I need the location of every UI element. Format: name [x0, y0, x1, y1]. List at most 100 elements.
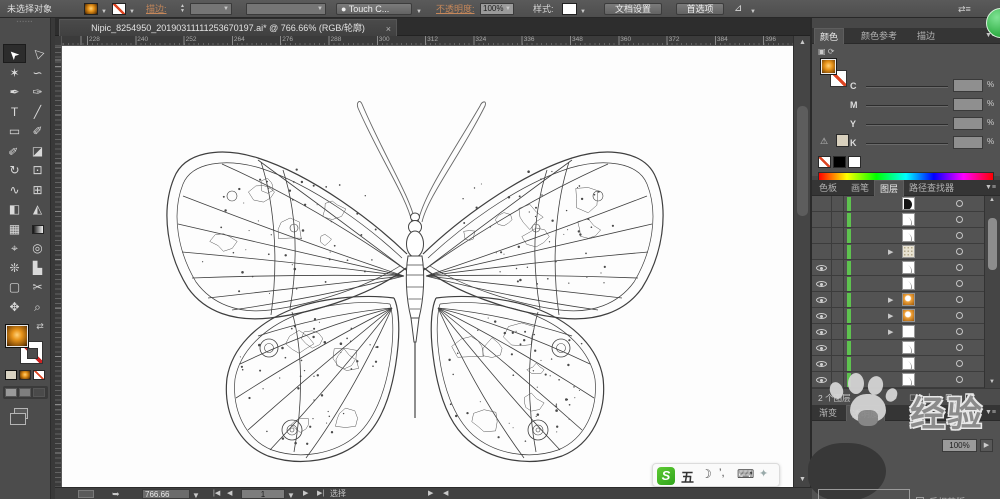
visibility-cell[interactable]	[812, 228, 832, 244]
artboard-canvas[interactable]: S 五 ☽ ’, ⌨ ✦	[62, 46, 793, 487]
lock-cell[interactable]	[832, 372, 844, 388]
channel-value-field[interactable]	[953, 98, 983, 111]
vertical-scrollbar[interactable]: ▲ ▼	[793, 36, 810, 487]
lock-cell[interactable]	[832, 260, 844, 276]
layer-row[interactable]	[812, 196, 984, 212]
transparency-opacity-field[interactable]: 100%	[942, 439, 977, 452]
export-arrow-icon[interactable]: ➥	[112, 489, 120, 499]
target-circle-icon[interactable]	[956, 296, 963, 303]
expand-triangle-icon[interactable]: ▶	[888, 296, 893, 304]
eye-icon[interactable]	[816, 377, 827, 383]
vertical-scroll-thumb[interactable]	[797, 106, 808, 216]
style-dropdown-icon[interactable]: ▼	[580, 6, 586, 18]
visibility-cell[interactable]	[812, 324, 832, 340]
vertical-ruler[interactable]	[55, 46, 62, 487]
lock-cell[interactable]	[832, 356, 844, 372]
tab-pathfinder[interactable]: 路径查找器	[904, 180, 959, 196]
zoom-tool[interactable]: ⌕	[26, 298, 49, 317]
transparency-panel-menu-icon[interactable]: ▼≡	[985, 409, 996, 416]
preferences-button[interactable]: 首选项	[676, 3, 724, 15]
visibility-cell[interactable]	[812, 196, 832, 212]
last-artboard-icon[interactable]: ▶|	[317, 489, 324, 499]
hand-tool[interactable]: ✥	[3, 298, 26, 317]
visibility-cell[interactable]	[812, 260, 832, 276]
paintbrush-tool[interactable]: ✐	[26, 122, 49, 141]
eye-icon[interactable]	[816, 313, 827, 319]
horizontal-ruler[interactable]: 228 240 252 264 276 288 300 312 324 336 348 360 372 3…	[62, 36, 793, 46]
lock-cell[interactable]	[832, 276, 844, 292]
screen-mode-button[interactable]	[10, 408, 28, 425]
layer-thumbnail[interactable]	[902, 197, 915, 210]
layer-row[interactable]: ▶	[812, 308, 984, 324]
width-tool[interactable]: ∿	[3, 181, 26, 200]
target-circle-icon[interactable]	[956, 200, 963, 207]
eye-icon[interactable]	[816, 345, 827, 351]
ime-punctuation-icon[interactable]: ’,	[719, 467, 725, 479]
layer-row[interactable]: ▶	[812, 292, 984, 308]
visibility-cell[interactable]	[812, 308, 832, 324]
zoom-level-field[interactable]: 766.66	[142, 489, 190, 499]
ime-toolbox-icon[interactable]: ✦	[759, 467, 768, 480]
artboard-number-field[interactable]: 1	[241, 489, 285, 499]
layer-row[interactable]	[812, 356, 984, 372]
rectangle-tool[interactable]: ▭	[3, 122, 26, 141]
mesh-tool[interactable]: ▦	[3, 220, 26, 239]
visibility-cell[interactable]	[812, 340, 832, 356]
direct-selection-tool[interactable]: ▷	[26, 44, 49, 63]
layer-row[interactable]	[812, 212, 984, 228]
lock-cell[interactable]	[832, 308, 844, 324]
expand-triangle-icon[interactable]: ▶	[888, 248, 893, 256]
layer-row[interactable]: ▶	[812, 324, 984, 340]
close-document-icon[interactable]: ×	[386, 21, 391, 37]
slice-tool[interactable]: ✂	[26, 278, 49, 297]
next-artboard-icon[interactable]: ▶	[303, 489, 308, 499]
channel-slider[interactable]	[866, 143, 948, 145]
tab-swatches[interactable]: 色板	[814, 180, 842, 196]
line-segment-tool[interactable]: ╱	[26, 103, 49, 122]
layers-scrollbar[interactable]: ▲ ▼	[984, 196, 1000, 388]
document-tab[interactable]: Nipic_8254950_20190311111253670197.ai* @…	[59, 19, 397, 36]
style-swatch[interactable]	[562, 3, 577, 15]
draw-behind-mode-button[interactable]	[19, 388, 31, 397]
tab-layers[interactable]: 图层	[874, 180, 905, 196]
stroke-color-swatch[interactable]	[112, 3, 126, 15]
target-circle-icon[interactable]	[956, 248, 963, 255]
target-circle-icon[interactable]	[956, 280, 963, 287]
none-swatch[interactable]	[818, 156, 831, 168]
layer-thumbnail[interactable]	[902, 341, 915, 354]
layer-thumbnail[interactable]	[902, 229, 915, 242]
new-layer-icon[interactable]: ⊞	[945, 392, 953, 402]
layer-thumbnail[interactable]	[902, 245, 915, 258]
stroke-panel-link[interactable]: 描边:	[146, 3, 167, 15]
variable-width-profile[interactable]: ▼	[246, 3, 326, 15]
white-swatch[interactable]	[848, 156, 861, 168]
artboard-tool[interactable]: ▢	[3, 278, 26, 297]
target-circle-icon[interactable]	[956, 360, 963, 367]
gradient-mode-button[interactable]	[19, 370, 31, 380]
collapse-panels-icon[interactable]: ⇄≡	[958, 3, 971, 15]
target-circle-icon[interactable]	[956, 344, 963, 351]
channel-value-field[interactable]	[953, 79, 983, 92]
eye-icon[interactable]	[816, 265, 827, 271]
make-clip-mask-icon[interactable]: ◻	[909, 392, 916, 402]
eye-icon[interactable]	[816, 361, 827, 367]
isolate-selection-icon[interactable]: ⊿	[734, 3, 742, 15]
fill-color-well[interactable]	[5, 324, 29, 348]
transparency-opacity-stepper-icon[interactable]: ▶	[980, 439, 993, 452]
expand-triangle-icon[interactable]: ▶	[888, 312, 893, 320]
type-tool[interactable]: T	[3, 103, 26, 122]
eye-icon[interactable]	[816, 297, 827, 303]
channel-slider[interactable]	[866, 105, 948, 107]
visibility-cell[interactable]	[812, 212, 832, 228]
ruler-origin-corner[interactable]	[55, 36, 62, 46]
layers-panel-menu-icon[interactable]: ▼≡	[985, 184, 996, 191]
swap-fill-stroke-icon[interactable]: ⇄	[33, 321, 47, 331]
layer-row[interactable]	[812, 276, 984, 292]
eyedropper-tool[interactable]: ⌖	[3, 239, 26, 258]
pen-tool[interactable]: ✒	[3, 83, 26, 102]
target-circle-icon[interactable]	[956, 216, 963, 223]
grid-toggle-icon[interactable]	[78, 490, 94, 498]
lock-cell[interactable]	[832, 292, 844, 308]
visibility-cell[interactable]	[812, 276, 832, 292]
opacity-field[interactable]: 100% ▼	[480, 3, 514, 15]
